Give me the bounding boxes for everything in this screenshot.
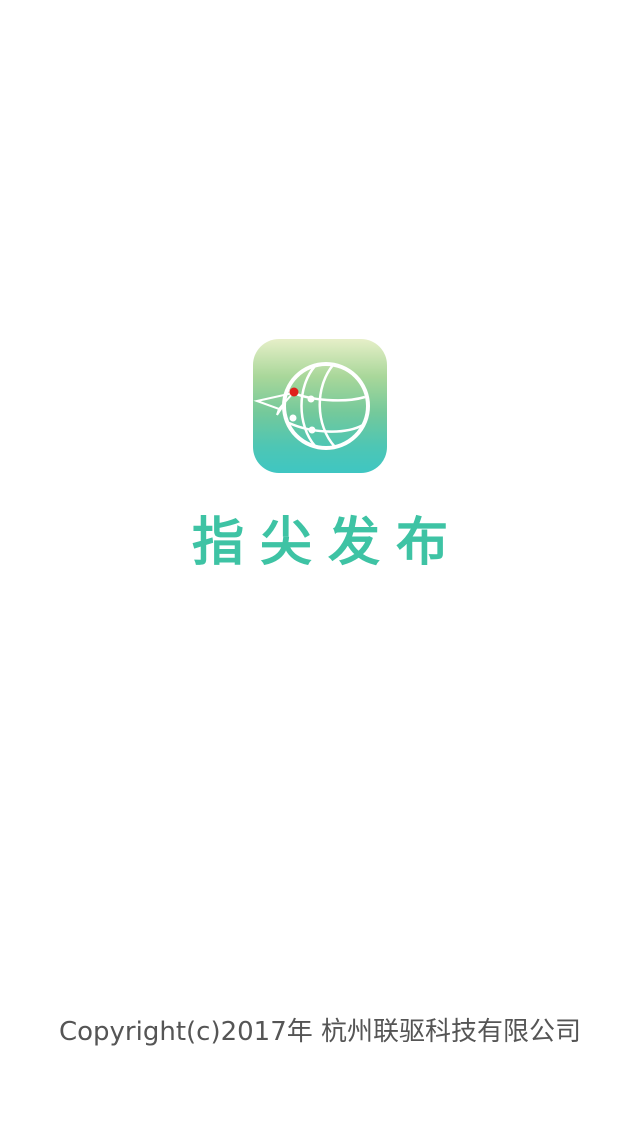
app-logo-icon [253, 339, 387, 473]
globe-paper-plane-icon [253, 362, 370, 450]
app-title: 指尖发布 [191, 513, 464, 573]
copyright-notice: Copyright(c)2017年 杭州联驱科技有限公司 [58, 1017, 582, 1047]
splash-screen: 指尖发布 Copyright(c)2017年 杭州联驱科技有限公司 [0, 0, 640, 1136]
